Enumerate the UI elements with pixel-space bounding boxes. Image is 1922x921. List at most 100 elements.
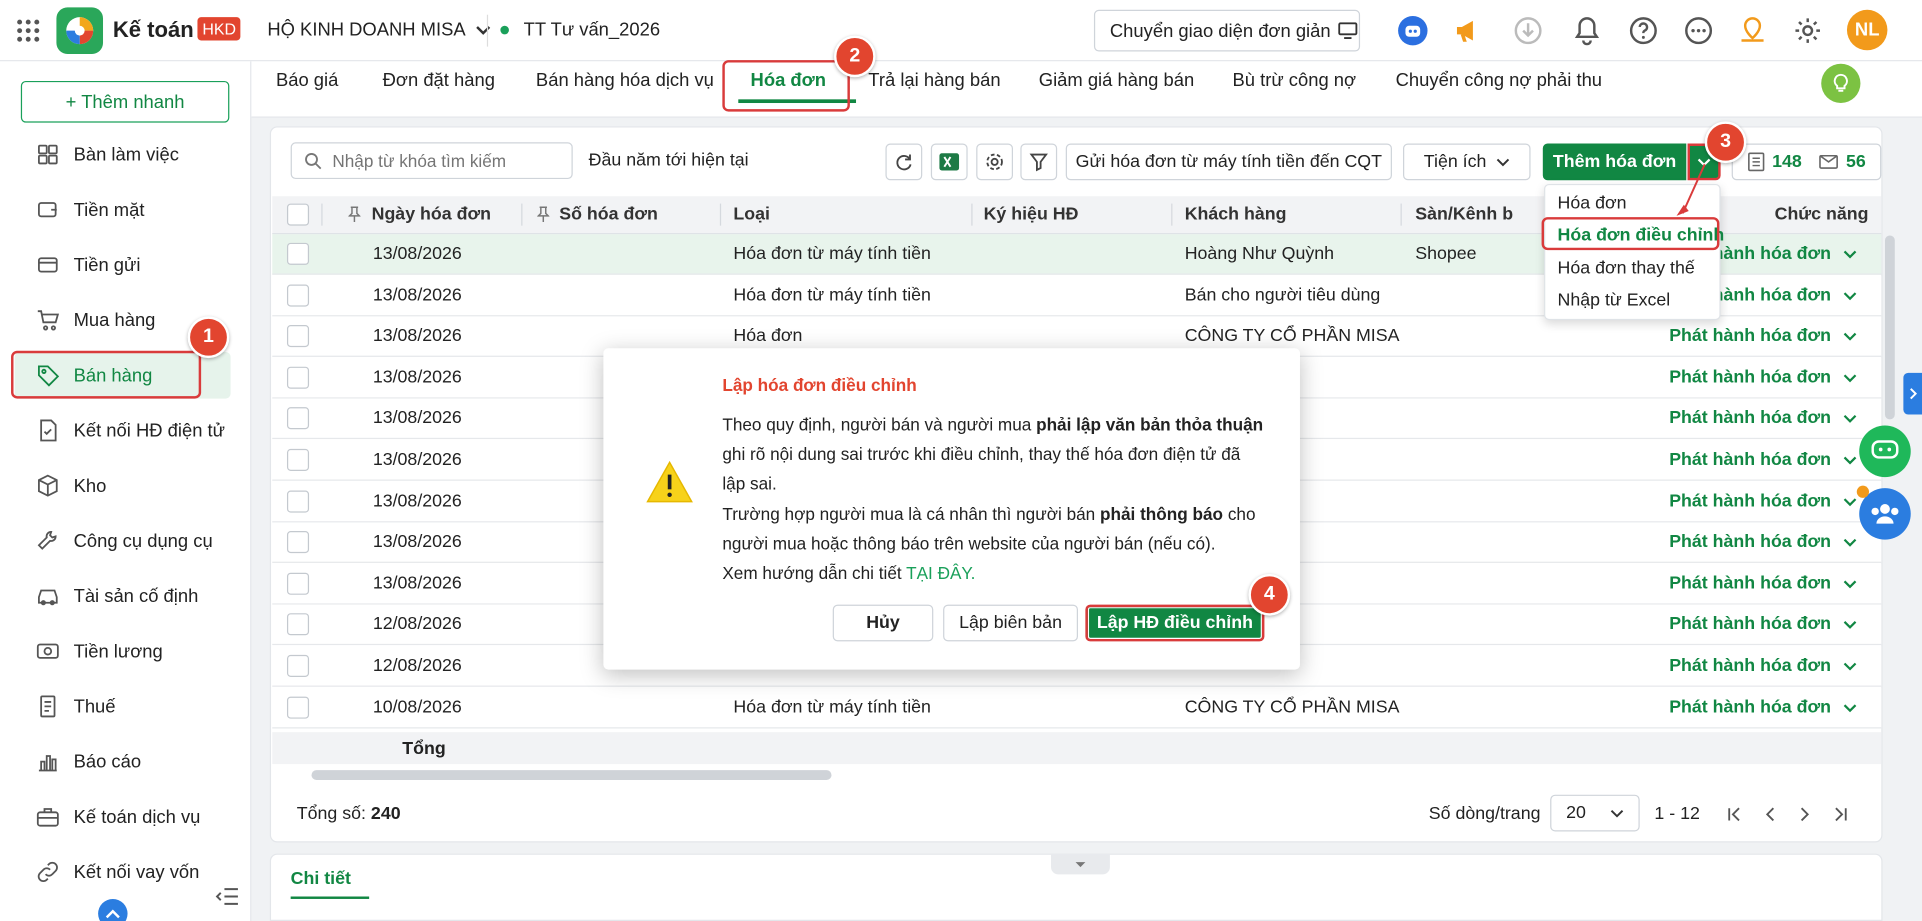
menu-item-import-excel[interactable]: Nhập từ Excel	[1558, 291, 1671, 311]
document-list-icon[interactable]	[1748, 152, 1765, 172]
horizontal-scrollbar[interactable]	[311, 770, 832, 780]
menu-item-invoice[interactable]: Hóa đơn	[1558, 194, 1627, 214]
col-invoice-date[interactable]: Ngày hóa đơn	[372, 205, 491, 225]
row-checkbox[interactable]	[286, 613, 310, 636]
chevron-down-icon[interactable]	[1843, 415, 1857, 424]
period-filter[interactable]: Đầu năm tới hiện tại	[589, 151, 749, 171]
chevron-down-icon[interactable]	[1843, 456, 1857, 465]
search-input[interactable]	[332, 150, 566, 171]
pin-icon[interactable]	[348, 206, 361, 223]
row-checkbox[interactable]	[286, 654, 310, 677]
search-box[interactable]	[290, 142, 573, 180]
tab-1[interactable]: Báo giá	[276, 61, 338, 117]
lightbulb-icon[interactable]	[1821, 63, 1861, 104]
last-page-icon[interactable]	[1831, 805, 1851, 825]
rows-per-page-select[interactable]: 20	[1550, 794, 1640, 832]
location-icon[interactable]	[1737, 15, 1769, 47]
help-icon[interactable]	[1627, 15, 1659, 47]
send-cqt-button[interactable]: Gửi hóa đơn từ máy tính tiền đến CQT	[1065, 143, 1392, 181]
excel-button[interactable]	[930, 143, 968, 181]
col-channel[interactable]: Sàn/Kênh b	[1415, 205, 1513, 225]
tab-5[interactable]: Trả lại hàng bán	[868, 61, 1000, 117]
issue-invoice-action[interactable]: Phát hành hóa đơn	[1669, 697, 1857, 717]
megaphone-icon[interactable]	[1452, 15, 1484, 47]
chevron-down-icon[interactable]	[1843, 374, 1857, 383]
first-page-icon[interactable]	[1724, 805, 1744, 825]
create-minutes-button[interactable]: Lập biên bản	[943, 604, 1079, 642]
expand-panel-icon[interactable]	[1903, 372, 1922, 415]
bell-icon[interactable]	[1571, 15, 1603, 47]
sidebar-item-8[interactable]: Công cụ dụng cụ	[15, 518, 231, 565]
chevron-down-icon[interactable]	[1843, 580, 1857, 589]
branch-selector[interactable]: TT Tư vấn_2026	[500, 20, 660, 40]
row-checkbox[interactable]	[286, 366, 310, 389]
row-checkbox[interactable]	[286, 490, 310, 513]
row-checkbox[interactable]	[286, 242, 310, 265]
sidebar-item-1[interactable]: Bàn làm việc	[15, 131, 231, 178]
chevron-down-icon[interactable]	[1843, 621, 1857, 630]
issue-invoice-action[interactable]: Phát hành hóa đơn	[1669, 368, 1857, 387]
sidebar-item-9[interactable]: Tài sản cố định	[15, 573, 231, 620]
company-selector[interactable]: HỘ KINH DOANH MISA	[267, 20, 490, 40]
chevron-down-icon[interactable]	[1843, 662, 1857, 671]
sidebar-item-3[interactable]: Tiền gửi	[15, 242, 231, 289]
issue-invoice-action[interactable]: Phát hành hóa đơn	[1669, 409, 1857, 428]
col-symbol[interactable]: Ký hiệu HĐ	[984, 205, 1079, 225]
issue-invoice-action[interactable]: Phát hành hóa đơn	[1669, 491, 1857, 511]
settings-icon[interactable]	[1792, 15, 1824, 47]
chat-icon[interactable]	[1859, 425, 1911, 478]
pin-icon[interactable]	[537, 206, 550, 223]
issue-invoice-action[interactable]: Phát hành hóa đơn	[1669, 615, 1857, 635]
chevron-down-icon[interactable]	[1843, 497, 1857, 506]
chevron-down-icon[interactable]	[1843, 539, 1857, 548]
sidebar-item-13[interactable]: Kế toán dịch vụ	[15, 793, 231, 840]
tab-6[interactable]: Giảm giá hàng bán	[1039, 61, 1194, 117]
row-checkbox[interactable]	[286, 284, 310, 307]
issue-invoice-action[interactable]: Phát hành hóa đơn	[1669, 326, 1857, 346]
issue-invoice-action[interactable]: Phát hành hóa đơn	[1669, 450, 1857, 470]
download-icon[interactable]	[1512, 15, 1544, 47]
sidebar-item-11[interactable]: Thuế	[15, 683, 231, 730]
prev-page-icon[interactable]	[1760, 805, 1780, 825]
table-row[interactable]: 10/08/2026 Hóa đơn từ máy tính tiền CÔNG T…	[272, 687, 1882, 728]
robot-icon[interactable]	[1398, 15, 1428, 46]
tab-7[interactable]: Bù trừ công nợ	[1233, 61, 1357, 117]
tab-3[interactable]: Bán hàng hóa dịch vụ	[536, 61, 714, 117]
row-checkbox[interactable]	[286, 572, 310, 595]
col-invoice-number[interactable]: Số hóa đơn	[559, 205, 658, 225]
chevron-down-icon[interactable]	[1843, 291, 1857, 300]
tab-detail[interactable]: Chi tiết	[290, 870, 370, 899]
apps-grid-icon[interactable]	[15, 17, 42, 44]
vertical-scrollbar[interactable]	[1884, 235, 1895, 420]
more-icon[interactable]	[1683, 15, 1715, 47]
row-checkbox[interactable]	[286, 407, 310, 430]
row-checkbox[interactable]	[286, 448, 310, 471]
create-adjustment-button[interactable]: Lập HĐ điều chỉnh	[1085, 604, 1265, 642]
tab-2[interactable]: Đơn đặt hàng	[383, 61, 495, 117]
next-page-icon[interactable]	[1795, 805, 1815, 825]
filter-button[interactable]	[1020, 143, 1058, 181]
row-checkbox[interactable]	[286, 325, 310, 348]
chevron-down-icon[interactable]	[1843, 703, 1857, 712]
collapse-sidebar-icon[interactable]	[213, 885, 240, 907]
menu-item-replacement-invoice[interactable]: Hóa đơn thay thế	[1558, 259, 1695, 279]
issue-invoice-action[interactable]: Phát hành hóa đơn	[1669, 574, 1857, 593]
add-invoice-button[interactable]: Thêm hóa đơn	[1542, 143, 1687, 181]
mail-icon[interactable]	[1819, 154, 1839, 170]
utilities-button[interactable]: Tiện ích	[1403, 143, 1531, 181]
sidebar-item-14[interactable]: Kết nối vay vốn	[15, 849, 231, 896]
tab-8[interactable]: Chuyển công nợ phải thu	[1396, 61, 1602, 117]
guide-link[interactable]: TẠI ĐÂY.	[906, 563, 975, 583]
cancel-button[interactable]: Hủy	[832, 604, 934, 642]
quick-add-button[interactable]: + Thêm nhanh	[20, 80, 230, 123]
col-type[interactable]: Loại	[733, 205, 770, 225]
avatar[interactable]: NL	[1846, 9, 1888, 51]
chevron-down-icon[interactable]	[1843, 250, 1857, 259]
scroll-up-icon[interactable]	[98, 898, 128, 921]
issue-invoice-action[interactable]: Phát hành hóa đơn	[1669, 656, 1857, 676]
chevron-down-icon[interactable]	[1843, 333, 1857, 342]
sidebar-item-2[interactable]: Tiền mặt	[15, 186, 231, 233]
sidebar-item-12[interactable]: Báo cáo	[15, 738, 231, 785]
sidebar-item-6[interactable]: Kết nối HĐ điện tử	[15, 407, 231, 454]
row-checkbox[interactable]	[286, 531, 310, 554]
